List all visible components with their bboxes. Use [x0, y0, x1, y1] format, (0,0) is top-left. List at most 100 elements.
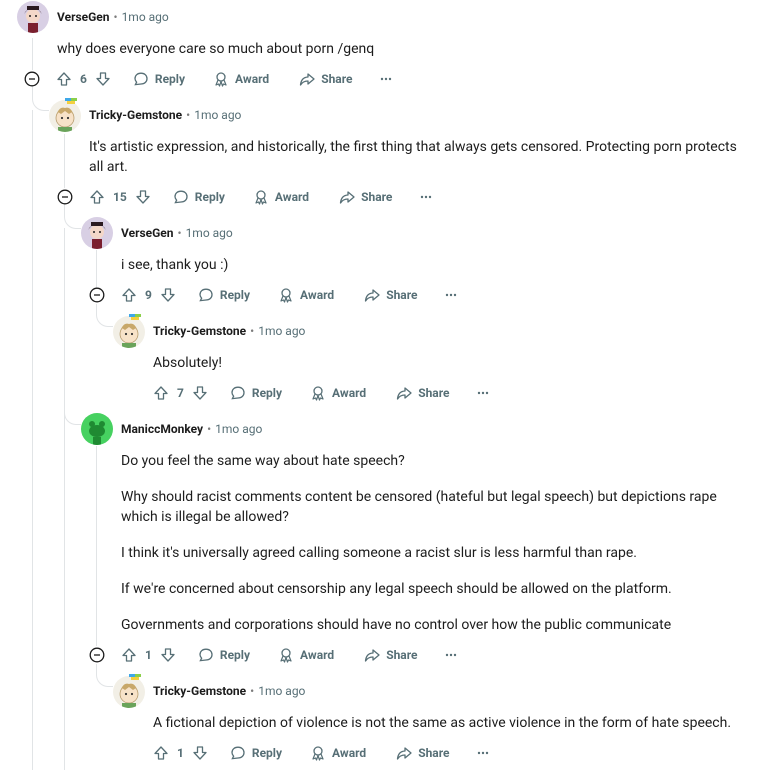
reply-button[interactable]: Reply	[230, 745, 282, 761]
upvote-icon[interactable]	[153, 385, 169, 401]
share-label: Share	[418, 386, 450, 400]
comment-paragraph: I think it's universally agreed calling …	[121, 545, 637, 561]
comment-paragraph: Why should racist comments content be ce…	[121, 489, 717, 525]
separator: •	[207, 422, 212, 436]
reply-label: Reply	[194, 190, 225, 204]
comment-body: Do you feel the same way about hate spee…	[121, 451, 741, 635]
more-options-icon[interactable]	[475, 385, 491, 401]
comment-actions: 7 Reply Award Share	[153, 377, 491, 409]
share-button[interactable]: Share	[364, 287, 417, 303]
award-button[interactable]: Award	[310, 745, 366, 761]
thread-line[interactable]	[96, 446, 97, 646]
comment-bubble-icon	[134, 72, 148, 86]
comment-author[interactable]: Tricky-Gemstone	[89, 108, 182, 122]
comment-body: A fictional depiction of violence is not…	[153, 713, 763, 733]
comment-actions: 6 Reply Award Share	[56, 63, 394, 95]
comment-body: It's artistic expression, and historical…	[89, 137, 749, 177]
more-options-icon[interactable]	[475, 745, 491, 761]
downvote-icon[interactable]	[160, 647, 176, 663]
reply-label: Reply	[251, 386, 283, 400]
comment-bubble-icon	[199, 288, 213, 302]
downvote-icon[interactable]	[95, 71, 111, 87]
award-icon	[312, 746, 324, 761]
downvote-icon[interactable]	[192, 385, 208, 401]
upvote-icon[interactable]	[56, 71, 72, 87]
downvote-icon[interactable]	[192, 745, 208, 761]
avatar[interactable]	[81, 217, 113, 249]
award-button[interactable]: Award	[310, 385, 366, 401]
award-label: Award	[332, 746, 367, 760]
award-icon	[312, 386, 324, 401]
reply-button[interactable]: Reply	[198, 647, 250, 663]
reply-button[interactable]: Reply	[230, 385, 282, 401]
thread-line[interactable]	[32, 38, 33, 70]
collapse-icon[interactable]	[89, 647, 105, 663]
more-options-icon[interactable]	[443, 287, 459, 303]
award-button[interactable]: Award	[253, 189, 309, 205]
comment-paragraph: Absolutely!	[153, 355, 222, 371]
comment-author[interactable]: Tricky-Gemstone	[153, 324, 246, 338]
comment-paragraph: Governments and corporations should have…	[121, 617, 672, 633]
share-icon	[339, 191, 355, 204]
share-button[interactable]: Share	[396, 385, 449, 401]
reply-label: Reply	[251, 746, 283, 760]
award-label: Award	[235, 72, 270, 86]
share-icon	[300, 73, 315, 86]
more-options-icon[interactable]	[443, 647, 459, 663]
collapse-icon[interactable]	[24, 71, 40, 87]
award-icon	[255, 190, 267, 205]
accessory-icon	[65, 98, 77, 104]
reply-button[interactable]: Reply	[198, 287, 250, 303]
more-options-icon[interactable]	[378, 71, 394, 87]
comment-paragraph: A fictional depiction of violence is not…	[153, 715, 732, 731]
avatar[interactable]	[17, 1, 49, 33]
collapse-icon[interactable]	[57, 189, 73, 205]
comment-timestamp[interactable]: 1mo ago	[194, 108, 241, 122]
comment-paragraph: i see, thank you :)	[121, 257, 229, 273]
vote-score: 6	[80, 72, 87, 86]
comment-timestamp[interactable]: 1mo ago	[258, 684, 305, 698]
comment-timestamp[interactable]: 1mo ago	[122, 10, 169, 24]
award-label: Award	[332, 386, 367, 400]
collapse-icon[interactable]	[89, 287, 105, 303]
award-button[interactable]: Award	[278, 647, 334, 663]
upvote-icon[interactable]	[121, 647, 137, 663]
thread-line[interactable]	[32, 110, 33, 770]
comment-timestamp[interactable]: 1mo ago	[215, 422, 262, 436]
comment-timestamp[interactable]: 1mo ago	[186, 226, 233, 240]
share-button[interactable]: Share	[396, 745, 449, 761]
avatar[interactable]	[113, 316, 145, 348]
award-button[interactable]: Award	[278, 287, 334, 303]
reply-label: Reply	[154, 72, 186, 86]
share-icon	[397, 747, 412, 760]
comment-author[interactable]: VerseGen	[121, 226, 174, 240]
avatar[interactable]	[113, 676, 145, 708]
upvote-icon[interactable]	[89, 189, 105, 205]
comment-author[interactable]: ManiccMonkey	[121, 422, 203, 436]
downvote-icon[interactable]	[160, 287, 176, 303]
reply-button[interactable]: Reply	[133, 71, 185, 87]
comment-author[interactable]: VerseGen	[57, 10, 110, 24]
avatar[interactable]	[49, 100, 81, 132]
upvote-icon[interactable]	[121, 287, 137, 303]
share-button[interactable]: Share	[299, 71, 352, 87]
share-label: Share	[386, 288, 418, 302]
share-button[interactable]: Share	[339, 189, 392, 205]
comment-author[interactable]: Tricky-Gemstone	[153, 684, 246, 698]
accessory-icon	[129, 674, 141, 680]
thread-line[interactable]	[96, 250, 97, 288]
award-icon	[280, 288, 292, 303]
reply-button[interactable]: Reply	[173, 189, 225, 205]
share-label: Share	[418, 746, 450, 760]
avatar[interactable]	[81, 413, 113, 445]
thread-connector	[32, 86, 49, 111]
comment-body: Absolutely!	[153, 353, 753, 373]
thread-line[interactable]	[64, 134, 65, 188]
more-options-icon[interactable]	[418, 189, 434, 205]
award-button[interactable]: Award	[213, 71, 269, 87]
downvote-icon[interactable]	[135, 189, 151, 205]
share-button[interactable]: Share	[364, 647, 417, 663]
upvote-icon[interactable]	[153, 745, 169, 761]
comment-bubble-icon	[231, 386, 245, 400]
comment-timestamp[interactable]: 1mo ago	[258, 324, 305, 338]
